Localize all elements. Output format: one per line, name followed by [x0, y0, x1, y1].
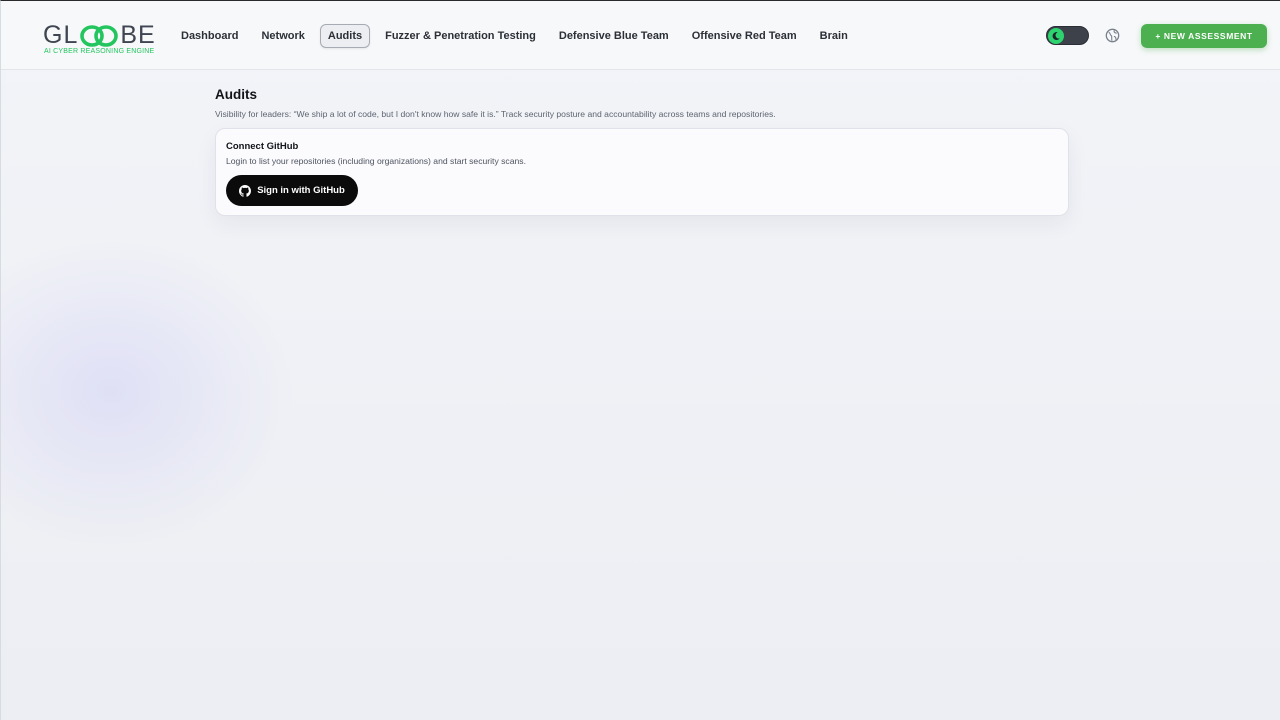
logo-tagline: AI CYBER REASONING ENGINE: [44, 48, 155, 55]
moon-icon: [1052, 32, 1060, 41]
page-title: Audits: [215, 87, 257, 102]
nav-item-audits[interactable]: Audits: [319, 24, 371, 48]
sign-in-with-github-button[interactable]: Sign in with GitHub: [226, 175, 358, 206]
github-icon: [239, 184, 252, 197]
new-assessment-button[interactable]: + NEW ASSESSMENT: [1141, 24, 1267, 48]
page-subtitle: Visibility for leaders: “We ship a lot o…: [215, 109, 776, 119]
main-nav: Dashboard Network Audits Fuzzer & Penetr…: [173, 24, 863, 48]
nav-item-fuzzer-penetration-testing[interactable]: Fuzzer & Penetration Testing: [377, 24, 544, 48]
top-navbar: GL BE AI CYBER REASONING ENGINE Dashboar…: [1, 1, 1280, 70]
nav-item-offensive-red-team[interactable]: Offensive Red Team: [684, 24, 805, 48]
logo[interactable]: GL BE AI CYBER REASONING ENGINE: [43, 21, 156, 58]
page: GL BE AI CYBER REASONING ENGINE Dashboar…: [0, 0, 1280, 720]
nav-item-brain[interactable]: Brain: [812, 24, 856, 48]
nav-item-network[interactable]: Network: [253, 24, 312, 48]
card-title: Connect GitHub: [226, 141, 299, 152]
link-icon: [80, 24, 119, 47]
logo-text-left: GL: [43, 21, 79, 49]
theme-toggle[interactable]: [1046, 26, 1089, 45]
theme-toggle-knob: [1048, 28, 1064, 44]
logo-wordmark: GL BE: [43, 21, 156, 49]
nav-item-dashboard[interactable]: Dashboard: [173, 24, 246, 48]
connect-github-card: Connect GitHub Login to list your reposi…: [215, 128, 1069, 216]
logo-text-right: BE: [120, 21, 156, 49]
globe-icon[interactable]: [1105, 28, 1120, 43]
sign-in-with-github-label: Sign in with GitHub: [257, 185, 345, 196]
card-description: Login to list your repositories (includi…: [226, 156, 526, 166]
nav-item-defensive-blue-team[interactable]: Defensive Blue Team: [551, 24, 677, 48]
